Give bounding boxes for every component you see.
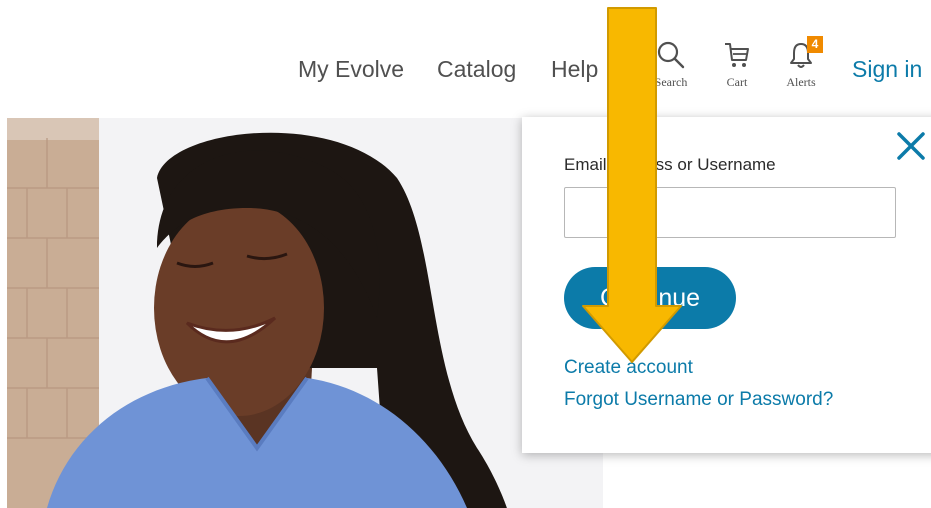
hero-image — [7, 118, 603, 508]
forgot-credentials-link[interactable]: Forgot Username or Password? — [564, 389, 833, 411]
sign-in-link[interactable]: Sign in — [852, 56, 922, 83]
alerts-count-badge: 4 — [807, 36, 823, 53]
nav-cart-button[interactable]: Cart — [711, 40, 763, 104]
search-icon — [657, 41, 685, 69]
close-button[interactable] — [894, 129, 928, 163]
search-label: Search — [654, 75, 688, 89]
cart-label: Cart — [726, 75, 748, 89]
close-icon — [897, 132, 925, 160]
nav-catalog[interactable]: Catalog — [437, 56, 516, 83]
email-username-input[interactable] — [564, 187, 896, 238]
nav-alerts-button[interactable]: 4 Alerts — [775, 36, 827, 104]
cart-icon — [725, 43, 749, 67]
nav-search-button[interactable]: Search — [645, 40, 697, 104]
continue-button[interactable]: Continue — [564, 267, 736, 329]
sign-in-popup: Email Address or Username Continue Creat… — [522, 117, 931, 453]
create-account-link[interactable]: Create account — [564, 357, 693, 379]
nav-my-evolve[interactable]: My Evolve — [298, 56, 404, 83]
alerts-label: Alerts — [786, 75, 816, 89]
email-field-label: Email Address or Username — [564, 155, 776, 174]
evolve-page: My Evolve Catalog Help Search Cart 4 Ale… — [0, 0, 931, 508]
nav-help[interactable]: Help — [551, 56, 598, 83]
